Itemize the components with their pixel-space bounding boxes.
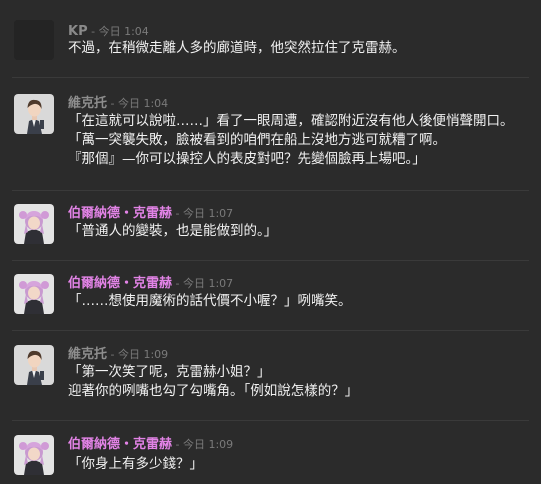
message-header: 維克托 - 今日 1:09: [68, 345, 168, 363]
message-header: 維克托 - 今日 1:04: [68, 94, 168, 112]
male-character-avatar-icon: [14, 345, 54, 385]
avatar[interactable]: [14, 94, 54, 134]
message-header: 伯爾納德・克雷赫 - 今日 1:07: [68, 274, 233, 292]
author-name[interactable]: 維克托: [68, 96, 107, 111]
message-content: 「普通人的變裝，也是能做到的。」: [68, 222, 533, 241]
message-content: 「在這就可以說啦……」看了一眼周遭，確認附近沒有他人後便悄聲開口。 「萬一突襲失…: [68, 112, 533, 169]
female-character-avatar-icon: [14, 204, 54, 244]
author-name[interactable]: 維克托: [68, 347, 107, 362]
author-name[interactable]: 伯爾納德・克雷赫: [68, 276, 172, 291]
message-line: 『那個』—你可以操控人的表皮對吧？先變個臉再上場吧。」: [68, 151, 426, 167]
avatar[interactable]: [14, 435, 54, 475]
timestamp: 今日 1:09: [117, 348, 169, 361]
message-header: 伯爾納德・克雷赫 - 今日 1:09: [68, 435, 233, 453]
timestamp-separator: -: [87, 25, 99, 38]
timestamp: 今日 1:04: [117, 97, 169, 110]
message-line: 「……想使用魔術的話代價不小喔？」咧嘴笑。: [68, 293, 352, 309]
timestamp: 今日 1:09: [182, 438, 234, 451]
message-line: 不過，在稍微走離人多的廊道時，他突然拉住了克雷赫。: [68, 40, 406, 56]
avatar[interactable]: [14, 274, 54, 314]
timestamp-separator: -: [172, 438, 183, 451]
timestamp: 今日 1:07: [182, 277, 234, 290]
avatar[interactable]: [14, 20, 54, 60]
message-line: 「第一次笑了呢，克雷赫小姐？」: [68, 364, 271, 380]
message-line: 迎著你的咧嘴也勾了勾嘴角。「例如說怎樣的？」: [68, 383, 359, 399]
chat-log: KP - 今日 1:04 不過，在稍微走離人多的廊道時，他突然拉住了克雷赫。 維…: [0, 0, 541, 484]
timestamp-separator: -: [172, 277, 183, 290]
timestamp-separator: -: [172, 207, 183, 220]
timestamp-separator: -: [107, 348, 118, 361]
female-character-avatar-icon: [14, 435, 54, 475]
message-line: 「你身上有多少錢？」: [68, 456, 203, 472]
message-divider: [12, 77, 529, 78]
timestamp: 今日 1:04: [98, 25, 149, 38]
timestamp-separator: -: [107, 97, 118, 110]
author-name[interactable]: 伯爾納德・克雷赫: [68, 206, 172, 221]
message-line: 「萬一突襲失敗，臉被看到的咱們在船上沒地方逃可就糟了啊。: [68, 132, 446, 148]
author-name[interactable]: 伯爾納德・克雷赫: [68, 437, 172, 452]
message-header: 伯爾納德・克雷赫 - 今日 1:07: [68, 204, 233, 222]
message-divider: [12, 190, 529, 191]
message-content: 「你身上有多少錢？」: [68, 455, 533, 474]
message-divider: [12, 330, 529, 331]
author-name[interactable]: KP: [68, 24, 88, 39]
timestamp: 今日 1:07: [182, 207, 234, 220]
male-character-avatar-icon: [14, 94, 54, 134]
message-divider: [12, 420, 529, 421]
message-divider: [12, 260, 529, 261]
message-line: 「普通人的變裝，也是能做到的。」: [68, 223, 278, 239]
blank-avatar-icon: [14, 20, 54, 60]
message-content: 不過，在稍微走離人多的廊道時，他突然拉住了克雷赫。: [68, 39, 533, 58]
message-header: KP - 今日 1:04: [68, 22, 149, 40]
avatar[interactable]: [14, 345, 54, 385]
message-content: 「……想使用魔術的話代價不小喔？」咧嘴笑。: [68, 292, 533, 311]
avatar[interactable]: [14, 204, 54, 244]
female-character-avatar-icon: [14, 274, 54, 314]
message-content: 「第一次笑了呢，克雷赫小姐？」 迎著你的咧嘴也勾了勾嘴角。「例如說怎樣的？」: [68, 363, 533, 401]
message-line: 「在這就可以說啦……」看了一眼周遭，確認附近沒有他人後便悄聲開口。: [68, 113, 514, 129]
